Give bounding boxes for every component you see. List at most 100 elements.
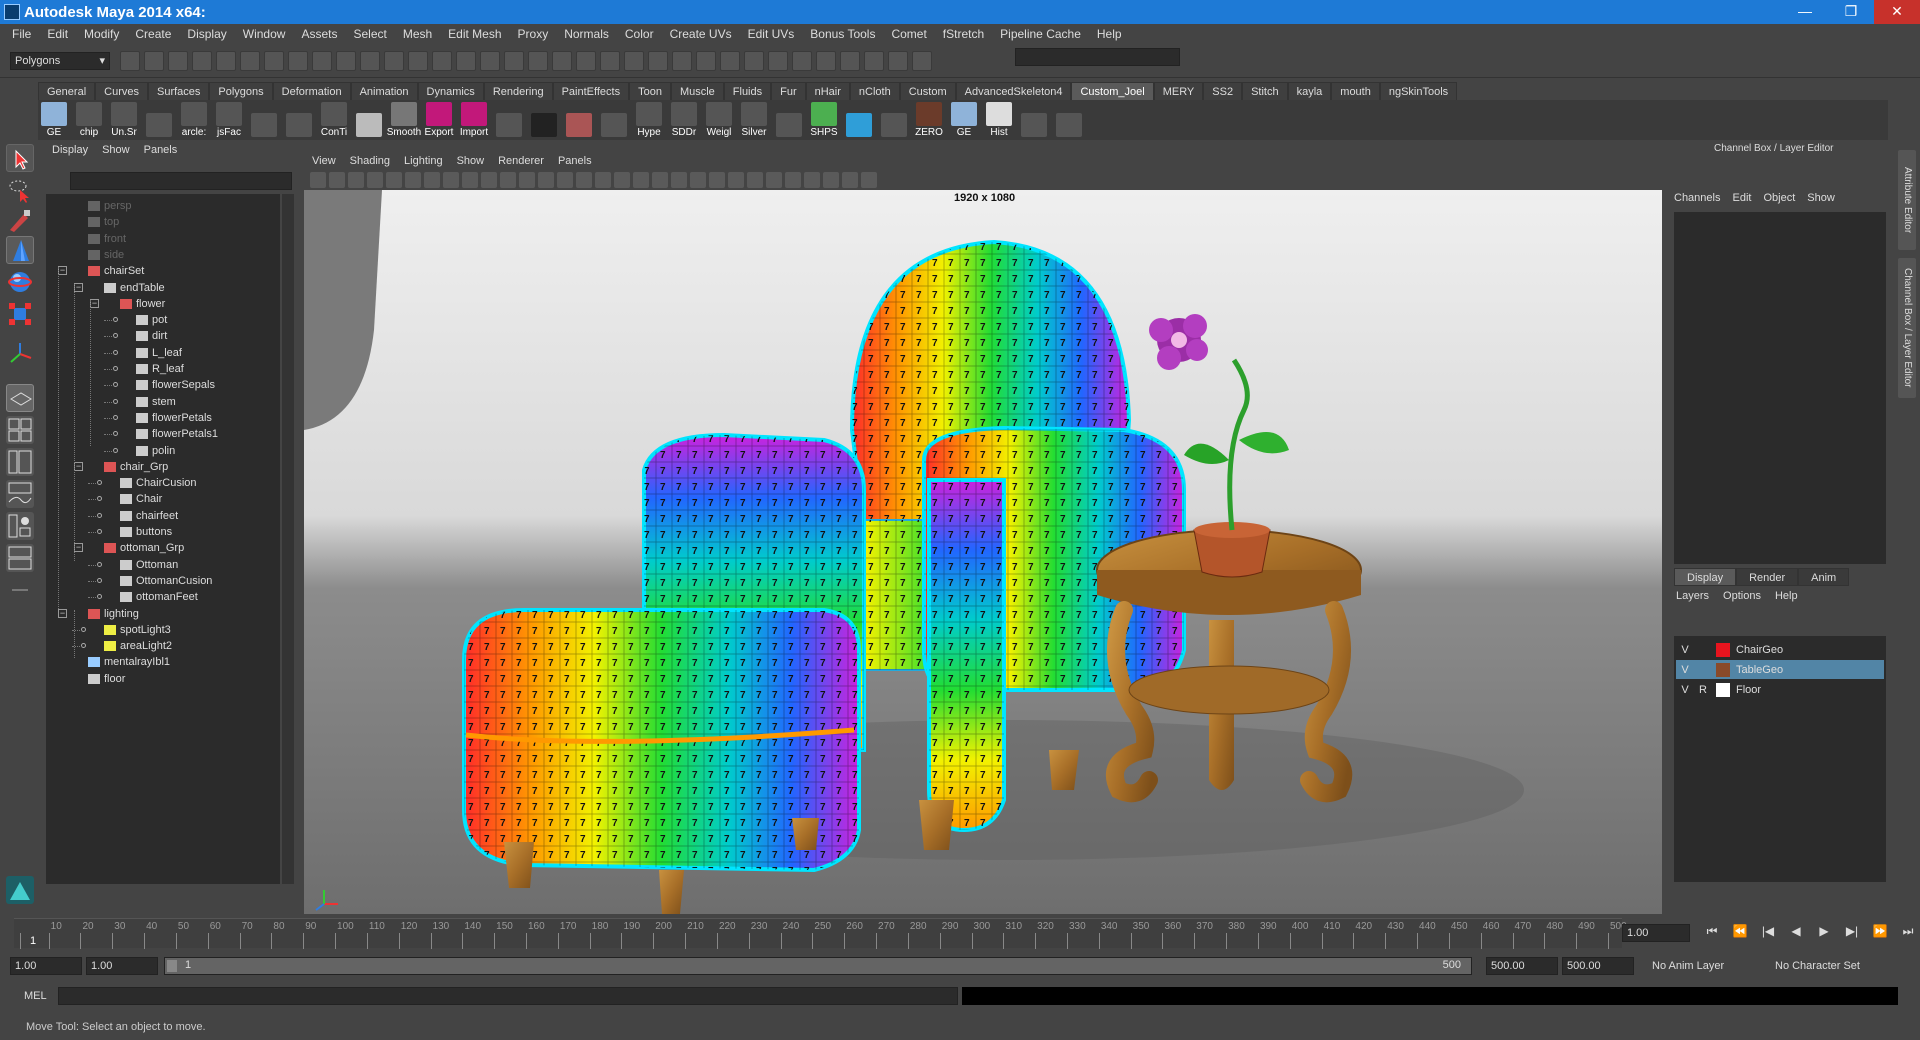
lasso-tool-icon[interactable] bbox=[6, 176, 34, 204]
four-view-layout-icon[interactable] bbox=[6, 416, 34, 444]
status-line-icon[interactable] bbox=[408, 50, 428, 71]
viewport-toolbar-icon[interactable] bbox=[842, 172, 858, 188]
layer-menu-layers[interactable]: Layers bbox=[1676, 590, 1709, 602]
status-line-icon[interactable] bbox=[216, 50, 236, 71]
shelf-tab-fluids[interactable]: Fluids bbox=[723, 82, 772, 100]
menu-display[interactable]: Display bbox=[179, 27, 234, 41]
menu-edit[interactable]: Edit bbox=[39, 27, 76, 41]
shelf-button[interactable] bbox=[563, 102, 595, 138]
layer-row[interactable]: V R Floor bbox=[1676, 680, 1884, 699]
menu-window[interactable]: Window bbox=[235, 27, 294, 41]
shelf-tab-general[interactable]: General bbox=[38, 82, 96, 100]
playback-control-button[interactable]: ◀ bbox=[1782, 924, 1810, 942]
shelf-button[interactable] bbox=[353, 102, 385, 138]
status-line-icon[interactable] bbox=[696, 50, 716, 71]
shelf-button[interactable] bbox=[528, 102, 560, 138]
shelf-button[interactable] bbox=[843, 102, 875, 138]
outliner-menu-panels[interactable]: Panels bbox=[144, 144, 178, 156]
outliner-node[interactable]: mentalrayIbl1 bbox=[88, 654, 170, 670]
viewport-toolbar-icon[interactable] bbox=[500, 172, 516, 188]
shelf-button[interactable] bbox=[493, 102, 525, 138]
shelf-button[interactable] bbox=[143, 102, 175, 138]
layout-menu-icon[interactable] bbox=[6, 576, 34, 604]
outliner-node[interactable]: top bbox=[88, 214, 119, 230]
playback-control-button[interactable]: ⏭ bbox=[1894, 924, 1920, 942]
outliner-node[interactable]: flower bbox=[120, 296, 165, 312]
viewport-toolbar-icon[interactable] bbox=[652, 172, 668, 188]
shelf-tab-ss2[interactable]: SS2 bbox=[1203, 82, 1243, 100]
menu-fstretch[interactable]: fStretch bbox=[935, 27, 992, 41]
status-line-icon[interactable] bbox=[624, 50, 644, 71]
viewport-toolbar-icon[interactable] bbox=[785, 172, 801, 188]
outliner-node[interactable]: persp bbox=[88, 198, 132, 214]
outliner-node[interactable]: polin bbox=[136, 443, 175, 459]
playback-control-button[interactable]: ▶ bbox=[1810, 924, 1838, 942]
expand-toggle-icon[interactable]: − bbox=[58, 608, 67, 618]
outliner-node[interactable]: OttomanCusion bbox=[120, 573, 212, 589]
outliner-node[interactable]: side bbox=[88, 247, 124, 263]
shelf-tab-polygons[interactable]: Polygons bbox=[209, 82, 273, 100]
3d-viewport-canvas[interactable]: 7 bbox=[304, 190, 1662, 914]
status-line-icon[interactable] bbox=[528, 50, 548, 71]
viewport-toolbar-icon[interactable] bbox=[405, 172, 421, 188]
channel-box-area[interactable] bbox=[1674, 212, 1886, 564]
status-line-icon[interactable] bbox=[888, 50, 908, 71]
shelf-tab-nhair[interactable]: nHair bbox=[805, 82, 850, 100]
shelf-button[interactable]: Weigl bbox=[703, 102, 735, 138]
outliner-node[interactable]: stem bbox=[136, 394, 176, 410]
status-line-icon[interactable] bbox=[144, 50, 164, 71]
layer-tab-anim[interactable]: Anim bbox=[1798, 568, 1850, 586]
character-set-selector[interactable]: No Character Set bbox=[1775, 960, 1860, 972]
shelf-tab-custom[interactable]: Custom bbox=[899, 82, 956, 100]
layer-visibility-toggle[interactable]: V bbox=[1676, 644, 1694, 656]
shelf-tab-ncloth[interactable]: nCloth bbox=[849, 82, 900, 100]
outliner-node[interactable]: ottoman_Grp bbox=[104, 540, 184, 556]
scene-end-field[interactable]: 500.00 bbox=[1562, 957, 1634, 975]
current-time-field[interactable]: 1.00 bbox=[1622, 924, 1690, 942]
status-line-icon[interactable] bbox=[672, 50, 692, 71]
shelf-button[interactable] bbox=[878, 102, 910, 138]
playback-control-button[interactable]: ⏮ bbox=[1698, 924, 1726, 942]
playback-start-field[interactable]: 1.00 bbox=[86, 957, 158, 975]
expand-toggle-icon[interactable]: − bbox=[90, 298, 99, 308]
status-line-icon[interactable] bbox=[192, 50, 212, 71]
outliner-node[interactable]: floor bbox=[88, 671, 125, 687]
shelf-button[interactable] bbox=[283, 102, 315, 138]
playback-control-button[interactable]: ▶| bbox=[1838, 924, 1866, 942]
shelf-button[interactable]: Hype bbox=[633, 102, 665, 138]
layer-color-swatch[interactable] bbox=[1716, 682, 1730, 697]
channel-menu-object[interactable]: Object bbox=[1763, 192, 1795, 204]
status-line-icon[interactable] bbox=[576, 50, 596, 71]
shelf-tab-stitch[interactable]: Stitch bbox=[1242, 82, 1288, 100]
shelf-button[interactable]: Silver bbox=[738, 102, 770, 138]
outliner-node[interactable]: areaLight2 bbox=[104, 638, 172, 654]
viewport-toolbar-icon[interactable] bbox=[557, 172, 573, 188]
shelf-tab-muscle[interactable]: Muscle bbox=[670, 82, 724, 100]
mel-label[interactable]: MEL bbox=[24, 990, 47, 1002]
status-line-icon[interactable] bbox=[720, 50, 740, 71]
layer-row[interactable]: V TableGeo bbox=[1676, 660, 1884, 679]
viewport-toolbar-icon[interactable] bbox=[538, 172, 554, 188]
viewport-toolbar-icon[interactable] bbox=[614, 172, 630, 188]
viewport-toolbar-icon[interactable] bbox=[823, 172, 839, 188]
status-line-icon[interactable] bbox=[312, 50, 332, 71]
viewport-menu-shading[interactable]: Shading bbox=[350, 155, 390, 167]
shelf-button[interactable]: Hist bbox=[983, 102, 1015, 138]
viewport-menu-panels[interactable]: Panels bbox=[558, 155, 592, 167]
status-line-icon[interactable] bbox=[480, 50, 500, 71]
menu-help[interactable]: Help bbox=[1089, 27, 1130, 41]
range-bar[interactable]: 1 500 bbox=[164, 957, 1472, 975]
expand-toggle-icon[interactable]: − bbox=[74, 461, 83, 471]
channel-box-tab[interactable]: Channel Box / Layer Editor bbox=[1898, 258, 1916, 398]
close-button[interactable]: ✕ bbox=[1874, 0, 1920, 24]
outliner-node[interactable]: chair_Grp bbox=[104, 459, 168, 475]
viewport-toolbar-icon[interactable] bbox=[766, 172, 782, 188]
persp-graph-layout-icon[interactable] bbox=[6, 480, 34, 508]
status-line-icon[interactable] bbox=[816, 50, 836, 71]
outliner-node[interactable]: pot bbox=[136, 312, 167, 328]
playback-control-button[interactable]: ⏩ bbox=[1866, 924, 1894, 942]
shelf-tab-advancedskeleton4[interactable]: AdvancedSkeleton4 bbox=[955, 82, 1072, 100]
shelf-button[interactable]: Export bbox=[423, 102, 455, 138]
status-line-icon[interactable] bbox=[384, 50, 404, 71]
outliner-node[interactable]: front bbox=[88, 231, 126, 247]
